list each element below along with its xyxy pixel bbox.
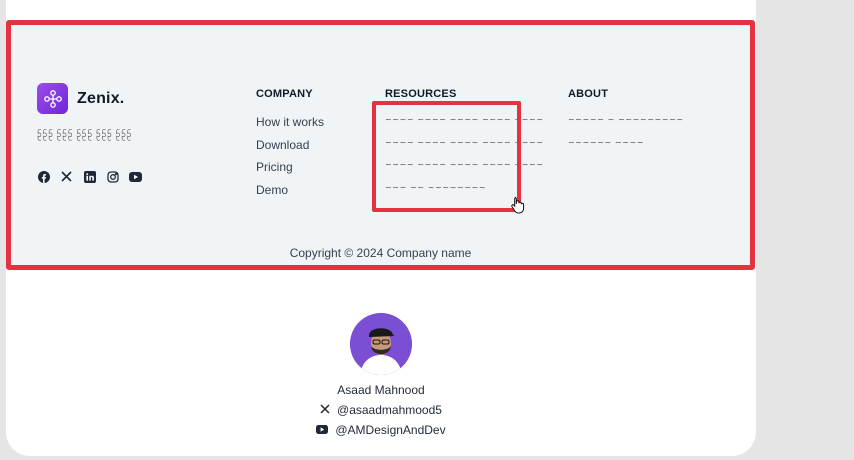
x-icon	[320, 403, 330, 417]
brand-name: Zenix.	[77, 89, 125, 107]
footer-link-demo[interactable]: Demo	[256, 183, 324, 206]
footer-link-placeholder[interactable]: ~~~~~ ~ ~~~~~~~~~	[568, 115, 684, 138]
avatar[interactable]	[350, 313, 412, 375]
footer-link-placeholder[interactable]: ~~~~ ~~~~ ~~~~ ~~~~ ~~~~	[385, 115, 544, 138]
resources-heading: RESOURCES	[385, 88, 457, 100]
youtube-icon[interactable]	[129, 170, 142, 183]
social-links	[37, 170, 142, 183]
footer-link-placeholder[interactable]: ~~~~ ~~~~ ~~~~ ~~~~ ~~~~	[385, 138, 544, 161]
company-heading: COMPANY	[256, 88, 313, 100]
footer-link-how-it-works[interactable]: How it works	[256, 115, 324, 138]
footer-link-download[interactable]: Download	[256, 138, 324, 161]
facebook-icon[interactable]	[37, 170, 50, 183]
site-footer: Zenix. ᩐᩐᩐ ᩐᩐᩐ ᩐᩐᩐ ᩐᩐᩐ ᩐᩐᩐ COMPANY How i…	[6, 20, 755, 270]
brand[interactable]: Zenix.	[37, 83, 124, 114]
about-heading: ABOUT	[568, 88, 609, 100]
author-block: Asaad Mahnood @asaadmahmood5 @AMDesignAn…	[281, 313, 481, 437]
linkedin-icon[interactable]	[83, 170, 96, 183]
copyright-text: Copyright © 2024 Company name	[289, 246, 472, 260]
footer-link-pricing[interactable]: Pricing	[256, 160, 324, 183]
author-name: Asaad Mahnood	[337, 383, 425, 397]
instagram-icon[interactable]	[106, 170, 119, 183]
resources-column: RESOURCES ~~~~ ~~~~ ~~~~ ~~~~ ~~~~ ~~~~ …	[385, 88, 544, 205]
about-column: ABOUT ~~~~~ ~ ~~~~~~~~~ ~~~~~~ ~~~~	[568, 88, 684, 160]
x-handle-link[interactable]: @asaadmahmood5	[281, 403, 481, 417]
logo-icon	[37, 83, 68, 114]
company-column: COMPANY How it works Download Pricing De…	[256, 88, 324, 205]
brand-tagline: ᩐᩐᩐ ᩐᩐᩐ ᩐᩐᩐ ᩐᩐᩐ ᩐᩐᩐ	[37, 130, 133, 139]
hand-cursor-icon	[510, 196, 526, 219]
x-icon[interactable]	[60, 170, 73, 183]
youtube-handle: @AMDesignAndDev	[335, 423, 446, 437]
youtube-icon	[316, 423, 329, 437]
footer-link-placeholder[interactable]: ~~~~ ~~~~ ~~~~ ~~~~ ~~~~	[385, 160, 544, 183]
x-handle: @asaadmahmood5	[337, 403, 442, 417]
footer-link-placeholder[interactable]: ~~~~~~ ~~~~	[568, 138, 684, 161]
youtube-handle-link[interactable]: @AMDesignAndDev	[281, 423, 481, 437]
